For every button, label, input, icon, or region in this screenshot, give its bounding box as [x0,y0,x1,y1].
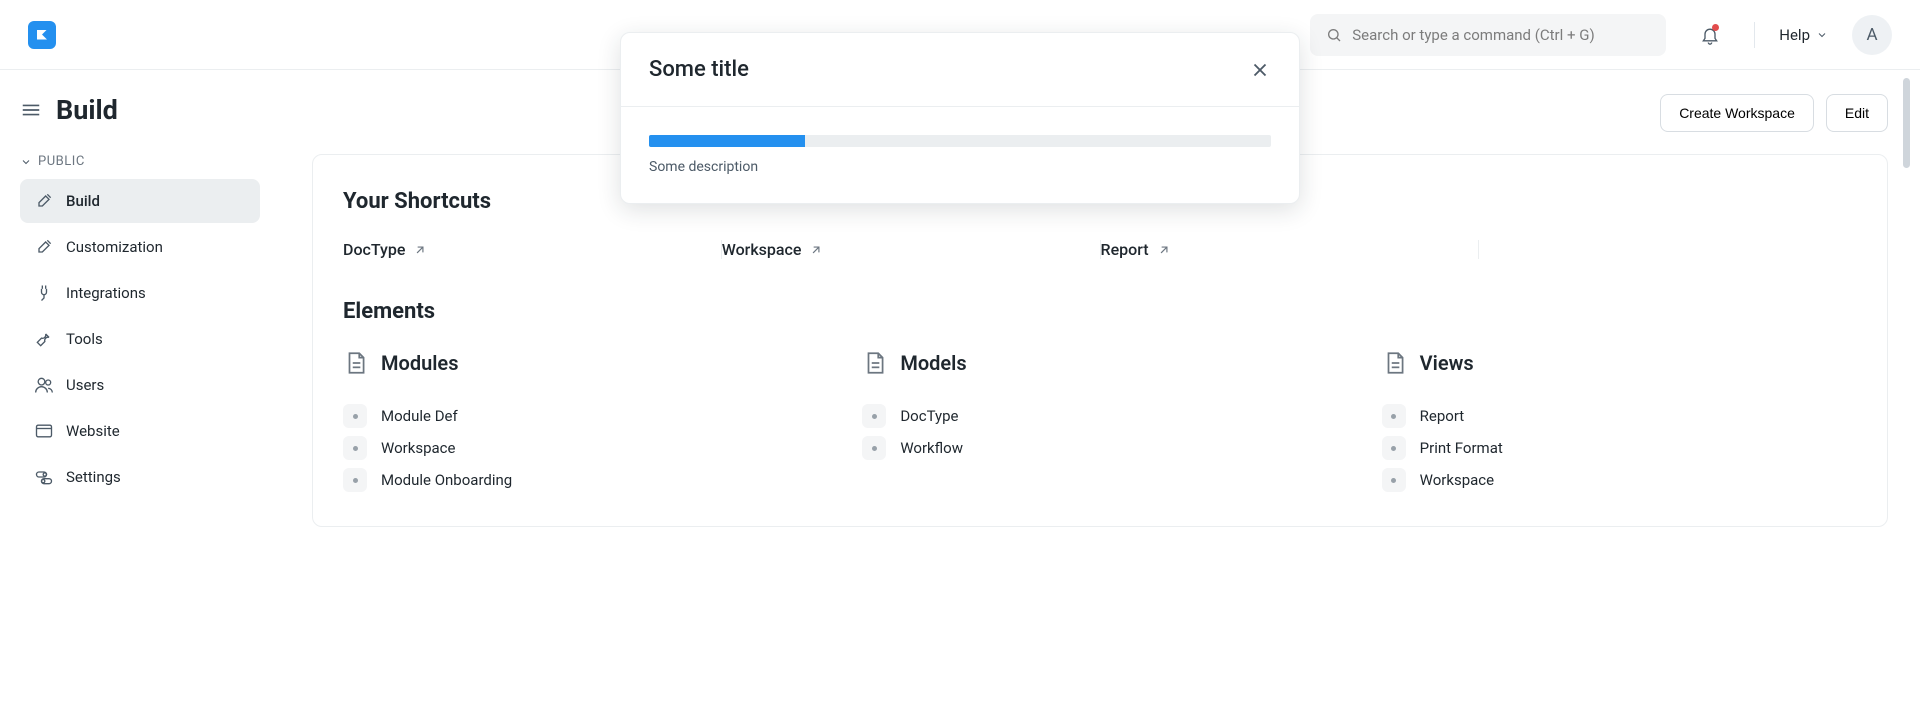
toggle-icon [34,467,54,487]
scrollbar[interactable] [1898,70,1910,702]
sidebar-item-settings[interactable]: Settings [20,455,260,499]
menu-icon[interactable] [20,99,42,121]
document-icon [343,350,369,376]
shortcut-doctype[interactable]: DocType [343,240,427,259]
sidebar-item-tools[interactable]: Tools [20,317,260,361]
wrench-icon [34,329,54,349]
search-icon [1326,27,1342,43]
list-item[interactable]: Module Onboarding [343,468,818,492]
card-title: Models [900,351,966,375]
tool-icon [34,191,54,211]
avatar-initial: A [1866,25,1877,45]
progress-modal: Some title Some description [620,32,1300,204]
bullet-icon [862,436,886,460]
elements-title: Elements [343,299,1857,324]
arrow-up-right-icon [413,243,427,257]
progress-bar [649,135,1271,147]
chevron-down-icon [1816,29,1828,41]
shortcut-report[interactable]: Report [1101,240,1171,259]
card-models: Models DocType Workflow [862,350,1337,492]
app-logo[interactable] [28,21,56,49]
user-avatar[interactable]: A [1852,15,1892,55]
sidebar-item-label: Build [66,192,100,210]
sidebar-item-website[interactable]: Website [20,409,260,453]
notification-dot [1712,24,1719,31]
bullet-icon [343,436,367,460]
card-modules: Modules Module Def Workspace Module Onbo… [343,350,818,492]
bullet-icon [343,468,367,492]
card-title: Views [1420,351,1474,375]
sidebar: Build PUBLIC Build Customization Integra… [0,70,280,702]
create-workspace-button[interactable]: Create Workspace [1660,94,1814,132]
sidebar-item-label: Customization [66,238,163,256]
close-icon[interactable] [1249,59,1271,81]
bullet-icon [1382,404,1406,428]
main-panel: Your Shortcuts DocType Workspace [312,154,1888,527]
bullet-icon [1382,436,1406,460]
document-icon [1382,350,1408,376]
shortcut-workspace[interactable]: Workspace [722,240,824,259]
shortcut-row: DocType Workspace Report [343,240,1857,259]
progress-fill [649,135,805,147]
tool-icon [34,237,54,257]
sidebar-section-label[interactable]: PUBLIC [20,154,260,169]
notifications-button[interactable] [1690,15,1730,55]
document-icon [862,350,888,376]
list-item[interactable]: Workflow [862,436,1337,460]
bullet-icon [343,404,367,428]
edit-button[interactable]: Edit [1826,94,1888,132]
list-item[interactable]: Report [1382,404,1857,428]
chevron-down-icon [20,156,32,168]
arrow-up-right-icon [1157,243,1171,257]
shortcut-empty [1479,240,1857,259]
modal-description: Some description [649,159,1271,175]
bullet-icon [1382,468,1406,492]
arrow-up-right-icon [809,243,823,257]
list-item[interactable]: Print Format [1382,436,1857,460]
card-title: Modules [381,351,458,375]
search-box[interactable]: Search or type a command (Ctrl + G) [1310,14,1666,56]
sidebar-item-label: Settings [66,468,121,486]
help-label: Help [1779,26,1810,44]
sidebar-item-users[interactable]: Users [20,363,260,407]
sidebar-item-integrations[interactable]: Integrations [20,271,260,315]
browser-icon [34,421,54,441]
list-item[interactable]: Workspace [343,436,818,460]
sidebar-item-label: Website [66,422,120,440]
users-icon [34,375,54,395]
modal-title: Some title [649,57,749,82]
list-item[interactable]: DocType [862,404,1337,428]
sidebar-item-label: Integrations [66,284,146,302]
plug-icon [34,283,54,303]
bullet-icon [862,404,886,428]
search-placeholder: Search or type a command (Ctrl + G) [1352,26,1594,44]
list-item[interactable]: Workspace [1382,468,1857,492]
list-item[interactable]: Module Def [343,404,818,428]
sidebar-item-build[interactable]: Build [20,179,260,223]
page-title: Build [56,94,118,126]
divider [1754,22,1755,48]
help-menu[interactable]: Help [1779,26,1828,44]
sidebar-item-label: Tools [66,330,103,348]
card-views: Views Report Print Format Workspace [1382,350,1857,492]
scrollbar-thumb[interactable] [1903,78,1910,168]
sidebar-item-customization[interactable]: Customization [20,225,260,269]
sidebar-item-label: Users [66,376,104,394]
